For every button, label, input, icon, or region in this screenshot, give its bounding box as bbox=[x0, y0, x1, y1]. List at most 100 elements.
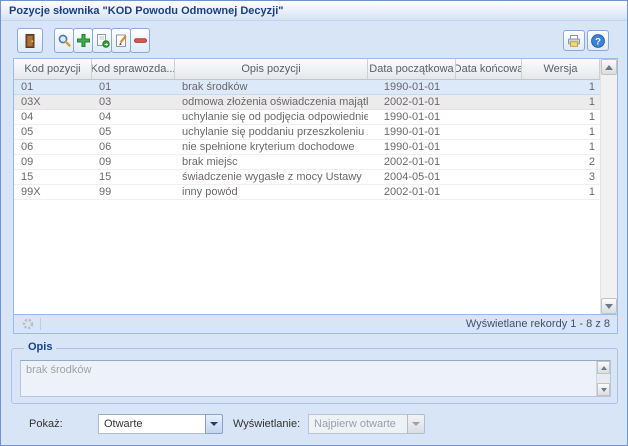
table-row[interactable]: 1515świadczenie wygasłe z mocy Ustawy200… bbox=[14, 170, 600, 185]
grid-empty-area bbox=[14, 200, 600, 314]
column-header[interactable]: Data końcowa bbox=[456, 59, 522, 79]
page-title: Pozycje słownika "KOD Powodu Odmownej De… bbox=[9, 5, 283, 17]
cell-data_konc bbox=[456, 185, 522, 199]
pokaz-dropdown-trigger[interactable] bbox=[205, 414, 223, 434]
cell-kod: 01 bbox=[14, 80, 92, 94]
cell-kod: 15 bbox=[14, 170, 92, 184]
opis-value: brak środków bbox=[21, 361, 596, 396]
cell-data_pocz: 1990-01-01 bbox=[368, 140, 456, 154]
cell-data_konc bbox=[456, 125, 522, 139]
opis-scroll-up-button[interactable] bbox=[597, 361, 610, 374]
cell-kod_spr: 01 bbox=[92, 80, 175, 94]
cell-kod: 06 bbox=[14, 140, 92, 154]
document-arrow-icon bbox=[95, 33, 110, 48]
cell-kod: 03X bbox=[14, 95, 92, 109]
cell-data_pocz: 2002-01-01 bbox=[368, 185, 456, 199]
search-icon bbox=[57, 33, 72, 48]
gear-icon[interactable] bbox=[21, 317, 35, 331]
cell-data_konc bbox=[456, 95, 522, 109]
cell-wersja: 1 bbox=[522, 110, 600, 124]
table-row[interactable]: 0606nie spełnione kryterium dochodowe199… bbox=[14, 140, 600, 155]
cell-wersja: 1 bbox=[522, 80, 600, 94]
add-button[interactable] bbox=[73, 28, 93, 53]
arrow-down-icon bbox=[601, 388, 607, 392]
plus-icon bbox=[76, 33, 91, 48]
printer-icon bbox=[566, 33, 582, 49]
cell-kod_spr: 99 bbox=[92, 185, 175, 199]
cell-opis: uchylanie się poddaniu przeszkoleniu zaw… bbox=[175, 125, 368, 139]
pokaz-label: Pokaż: bbox=[29, 418, 63, 430]
delete-button[interactable] bbox=[130, 28, 150, 53]
table-row[interactable]: 0505uchylanie się poddaniu przeszkoleniu… bbox=[14, 125, 600, 140]
search-button[interactable] bbox=[54, 28, 74, 53]
cell-wersja: 1 bbox=[522, 185, 600, 199]
door-icon bbox=[22, 33, 38, 49]
cell-data_konc bbox=[456, 170, 522, 184]
cell-data_konc bbox=[456, 155, 522, 169]
column-header[interactable]: Kod sprawozda... bbox=[92, 59, 175, 79]
opis-legend: Opis bbox=[24, 341, 56, 353]
cell-data_pocz: 2002-01-01 bbox=[368, 155, 456, 169]
wyswietlanie-select[interactable]: Najpierw otwarte bbox=[308, 414, 425, 434]
cell-kod_spr: 04 bbox=[92, 110, 175, 124]
toolbar: ? bbox=[1, 22, 627, 58]
column-header[interactable]: Opis pozycji bbox=[175, 59, 368, 79]
grid-statusbar: Wyświetlane rekordy 1 - 8 z 8 bbox=[14, 314, 617, 333]
records-count-label: Wyświetlane rekordy 1 - 8 z 8 bbox=[466, 318, 610, 330]
table-row[interactable]: 0404uchylanie się od podjęcia odpowiedni… bbox=[14, 110, 600, 125]
window-titlebar: Pozycje słownika "KOD Powodu Odmownej De… bbox=[1, 1, 627, 21]
wyswietlanie-dropdown-trigger[interactable] bbox=[407, 414, 425, 434]
cell-kod_spr: 03 bbox=[92, 95, 175, 109]
edit-button[interactable] bbox=[111, 28, 131, 53]
scroll-down-button[interactable] bbox=[601, 298, 617, 314]
dictionary-grid: Kod pozycjiKod sprawozda...Opis pozycjiD… bbox=[13, 58, 618, 334]
cell-data_pocz: 1990-01-01 bbox=[368, 110, 456, 124]
column-header[interactable]: Kod pozycji bbox=[14, 59, 92, 79]
cell-kod_spr: 06 bbox=[92, 140, 175, 154]
chevron-down-icon bbox=[412, 422, 420, 426]
dictionary-items-window: Pozycje słownika "KOD Powodu Odmownej De… bbox=[0, 0, 628, 446]
cell-wersja: 3 bbox=[522, 170, 600, 184]
opis-fieldset: Opis brak środków bbox=[11, 348, 618, 404]
help-button[interactable]: ? bbox=[587, 30, 609, 51]
cell-opis: uchylanie się od podjęcia odpowiedniej p… bbox=[175, 110, 368, 124]
opis-textarea[interactable]: brak środków bbox=[20, 360, 611, 397]
chevron-down-icon bbox=[210, 422, 218, 426]
cell-opis: odmowa złożenia oświadczenia majątkowego bbox=[175, 95, 368, 109]
cell-wersja: 1 bbox=[522, 125, 600, 139]
arrow-up-icon bbox=[605, 65, 613, 70]
cell-data_konc bbox=[456, 140, 522, 154]
statusbar-divider bbox=[40, 318, 41, 330]
print-button[interactable] bbox=[563, 30, 585, 51]
cell-kod: 99X bbox=[14, 185, 92, 199]
table-row[interactable]: 99X99inny powód2002-01-011 bbox=[14, 185, 600, 200]
column-header[interactable]: Data początkowa bbox=[368, 59, 456, 79]
cell-data_pocz: 1990-01-01 bbox=[368, 80, 456, 94]
cell-data_pocz: 2002-01-01 bbox=[368, 95, 456, 109]
cell-wersja: 2 bbox=[522, 155, 600, 169]
cell-kod: 05 bbox=[14, 125, 92, 139]
cell-opis: nie spełnione kryterium dochodowe bbox=[175, 140, 368, 154]
cell-data_pocz: 1990-01-01 bbox=[368, 125, 456, 139]
scroll-up-button[interactable] bbox=[601, 59, 617, 75]
opis-scroll-down-button[interactable] bbox=[597, 383, 610, 396]
exit-button[interactable] bbox=[17, 28, 43, 53]
new-version-button[interactable] bbox=[92, 28, 112, 53]
cell-data_konc bbox=[456, 80, 522, 94]
column-header[interactable]: Wersja bbox=[522, 59, 600, 79]
minus-icon bbox=[133, 33, 148, 48]
cell-opis: brak środków bbox=[175, 80, 368, 94]
cell-data_pocz: 2004-05-01 bbox=[368, 170, 456, 184]
grid-vertical-scrollbar[interactable] bbox=[600, 59, 617, 314]
table-row[interactable]: 0909brak miejsc2002-01-012 bbox=[14, 155, 600, 170]
table-row[interactable]: 03X03odmowa złożenia oświadczenia majątk… bbox=[14, 95, 600, 110]
cell-kod: 04 bbox=[14, 110, 92, 124]
opis-scrollbar[interactable] bbox=[596, 361, 610, 396]
table-row[interactable]: 0101brak środków1990-01-011 bbox=[14, 80, 600, 95]
wyswietlanie-selected-value: Najpierw otwarte bbox=[308, 414, 407, 434]
svg-text:?: ? bbox=[595, 36, 601, 47]
pokaz-selected-value: Otwarte bbox=[98, 414, 205, 434]
cell-kod_spr: 05 bbox=[92, 125, 175, 139]
pokaz-select[interactable]: Otwarte bbox=[98, 414, 223, 434]
edit-pencil-icon bbox=[114, 33, 129, 48]
